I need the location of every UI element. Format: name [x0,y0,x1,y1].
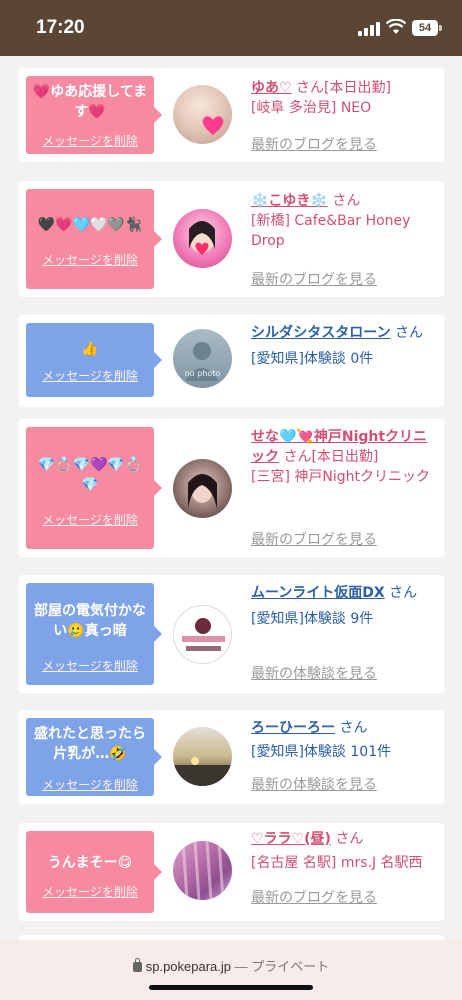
avatar[interactable] [173,459,232,518]
message-text: 💎💍💎💜💎💍💎 [37,457,143,493]
delete-message-link[interactable]: メッセージを削除 [26,367,154,384]
review-count: [愛知県]体験談 101件 [251,744,392,760]
profile-name-link[interactable]: ろーひーろー [251,720,335,736]
message-bubble: 💗ゆあ応援してます💗 メッセージを削除 [26,76,162,154]
message-card: 盛れたと思ったら片乳が…🤣 メッセージを削除 ろーひーろー さん [愛知県]体験… [19,710,444,804]
message-text: 部屋の電気付かない🥲真っ暗 [34,603,146,639]
honorific: さん [283,449,312,465]
message-bubble: 盛れたと思ったら片乳が…🤣 メッセージを削除 [26,718,162,796]
delete-message-link[interactable]: メッセージを削除 [26,251,154,268]
message-bubble: 💎💍💎💜💎💍💎 メッセージを削除 [26,427,162,549]
latest-blog-link[interactable]: 最新のブログを見る [251,887,377,907]
message-bubble: うんまそー😋 メッセージを削除 [26,831,162,913]
message-bubble: 部屋の電気付かない🥲真っ暗 メッセージを削除 [26,583,162,685]
message-card: 👍 メッセージを削除 no photo シルダシタスタローン さん [愛知県]体… [19,315,444,407]
battery-icon: 54 [412,20,438,36]
profile-name-link[interactable]: ♡ララ♡(昼) [251,831,331,847]
honorific: さん [389,585,418,601]
work-status: [本日出勤] [311,449,379,465]
latest-review-link[interactable]: 最新の体験談を見る [251,663,377,683]
work-status: [本日出勤] [324,80,391,96]
browser-address-bar[interactable]: sp.pokepara.jp — プライベート [0,940,462,1000]
avatar[interactable] [173,605,232,664]
latest-blog-link[interactable]: 最新のブログを見る [251,529,377,549]
profile-name-link[interactable]: シルダシタスタローン [251,325,391,341]
review-count: [愛知県]体験談 9件 [251,611,374,627]
signal-icon [358,22,380,36]
delete-message-link[interactable]: メッセージを削除 [26,511,154,528]
delete-message-link[interactable]: メッセージを削除 [26,657,154,674]
shop-detail: [岐阜 多治見] NEO [251,100,372,116]
privacy-label: — プライベート [234,959,330,974]
review-count: [愛知県]体験談 0件 [251,351,374,367]
message-text: 🖤💗🩵🤍🩶🐈‍⬛ [37,217,143,233]
shop-detail: [名古屋 名駅] mrs.J 名駅西 [251,855,423,871]
avatar[interactable] [173,85,232,144]
shop-detail: [三宮] 神戸Nightクリニック [251,469,430,485]
message-bubble: 🖤💗🩵🤍🩶🐈‍⬛ メッセージを削除 [26,189,162,289]
url-display[interactable]: sp.pokepara.jp — プライベート [0,956,462,975]
message-text: うんまそー😋 [47,855,133,871]
no-photo-label: no photo [184,369,221,378]
honorific: さん [395,325,424,341]
latest-blog-link[interactable]: 最新のブログを見る [251,269,377,289]
message-card: 🖤💗🩵🤍🩶🐈‍⬛ メッセージを削除 ❄️こゆき❄️ さん [新橋] Cafe&B… [19,181,444,297]
shop-detail: [新橋] Cafe&Bar Honey Drop [251,213,411,249]
message-card: 部屋の電気付かない🥲真っ暗 メッセージを削除 ムーンライト仮面DX さん [愛知… [19,575,444,693]
wifi-icon [386,19,406,34]
profile-name-link[interactable]: ゆあ♡ [251,80,292,96]
honorific: さん [339,720,368,736]
latest-review-link[interactable]: 最新の体験談を見る [251,774,377,794]
honorific: さん [332,193,361,209]
delete-message-link[interactable]: メッセージを削除 [26,883,154,900]
honorific: さん [335,831,364,847]
home-indicator[interactable] [149,985,313,990]
message-text: 💗ゆあ応援してます💗 [32,84,148,120]
status-bar: 17:20 54 [0,0,462,56]
honorific: さん [296,80,325,96]
avatar[interactable] [173,209,232,268]
delete-message-link[interactable]: メッセージを削除 [26,776,154,793]
profile-name-link[interactable]: ❄️こゆき❄️ [251,193,328,209]
message-bubble: 👍 メッセージを削除 [26,323,162,397]
latest-blog-link[interactable]: 最新のブログを見る [251,134,377,154]
lock-icon [132,958,142,972]
profile-name-link[interactable]: ムーンライト仮面DX [251,585,385,601]
avatar[interactable] [173,841,232,900]
delete-message-link[interactable]: メッセージを削除 [26,132,154,149]
message-card: 💎💍💎💜💎💍💎 メッセージを削除 せな🩵💘神戸Nightクリニック さん[本日出… [19,419,444,557]
message-text: 👍 [81,341,99,357]
url-text: sp.pokepara.jp [145,959,232,974]
avatar[interactable] [173,727,232,786]
message-card: うんまそー😋 メッセージを削除 ♡ララ♡(昼) さん [名古屋 名駅] mrs.… [19,823,444,921]
message-text: 盛れたと思ったら片乳が…🤣 [34,726,146,762]
avatar[interactable]: no photo [173,329,232,388]
status-time: 17:20 [36,17,85,38]
message-card: 💗ゆあ応援してます💗 メッセージを削除 ゆあ♡ さん[本日出勤] [岐阜 多治見… [19,68,444,162]
